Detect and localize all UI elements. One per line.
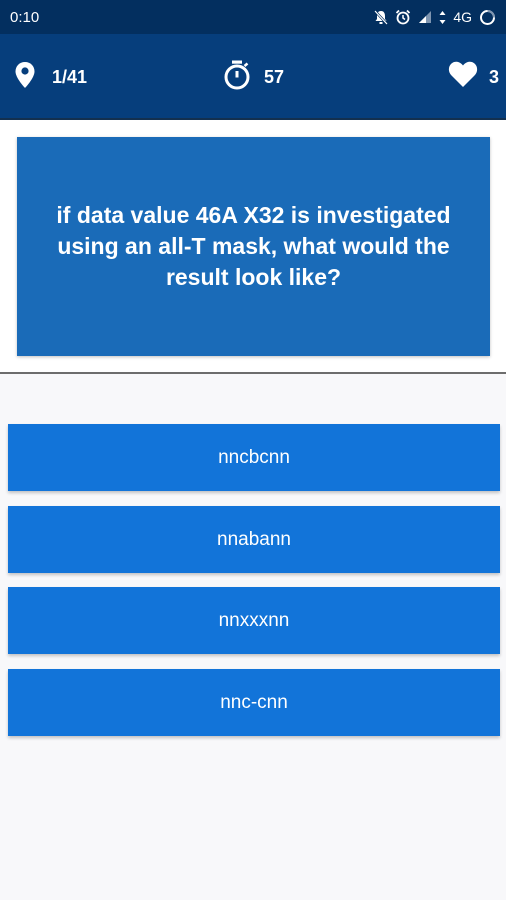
map-pin-icon <box>15 61 35 93</box>
lives-value: 3 <box>488 66 499 87</box>
network-type: 4G <box>453 9 472 25</box>
question-area: if data value 46A X32 is investigated us… <box>0 120 506 374</box>
quiz-header: 1/41 57 3 <box>0 34 506 120</box>
status-time: 0:10 <box>10 8 40 26</box>
question-card: if data value 46A X32 is investigated us… <box>17 137 490 356</box>
heart-icon <box>448 61 478 93</box>
timer-value: 57 <box>264 66 285 87</box>
stopwatch-icon <box>223 60 251 95</box>
progress-value: 1/41 <box>52 66 88 87</box>
alarm-clock-icon <box>395 9 411 25</box>
status-icons: 4G <box>374 9 496 26</box>
muted-bell-icon <box>374 9 389 25</box>
signal-icon <box>418 10 432 24</box>
loading-ring-icon <box>479 9 496 26</box>
timer: 57 <box>223 34 284 120</box>
data-arrows-icon <box>439 10 446 24</box>
answer-option-3[interactable]: nnxxxnn <box>8 587 500 654</box>
answer-option-1[interactable]: nncbcnn <box>8 424 500 491</box>
question-progress: 1/41 <box>15 34 87 120</box>
answer-option-2[interactable]: nnabann <box>8 506 500 573</box>
question-text: if data value 46A X32 is investigated us… <box>56 202 451 290</box>
status-bar: 0:10 4G <box>0 0 506 34</box>
lives: 3 <box>448 34 499 120</box>
answer-option-4[interactable]: nnc-cnn <box>8 669 500 736</box>
